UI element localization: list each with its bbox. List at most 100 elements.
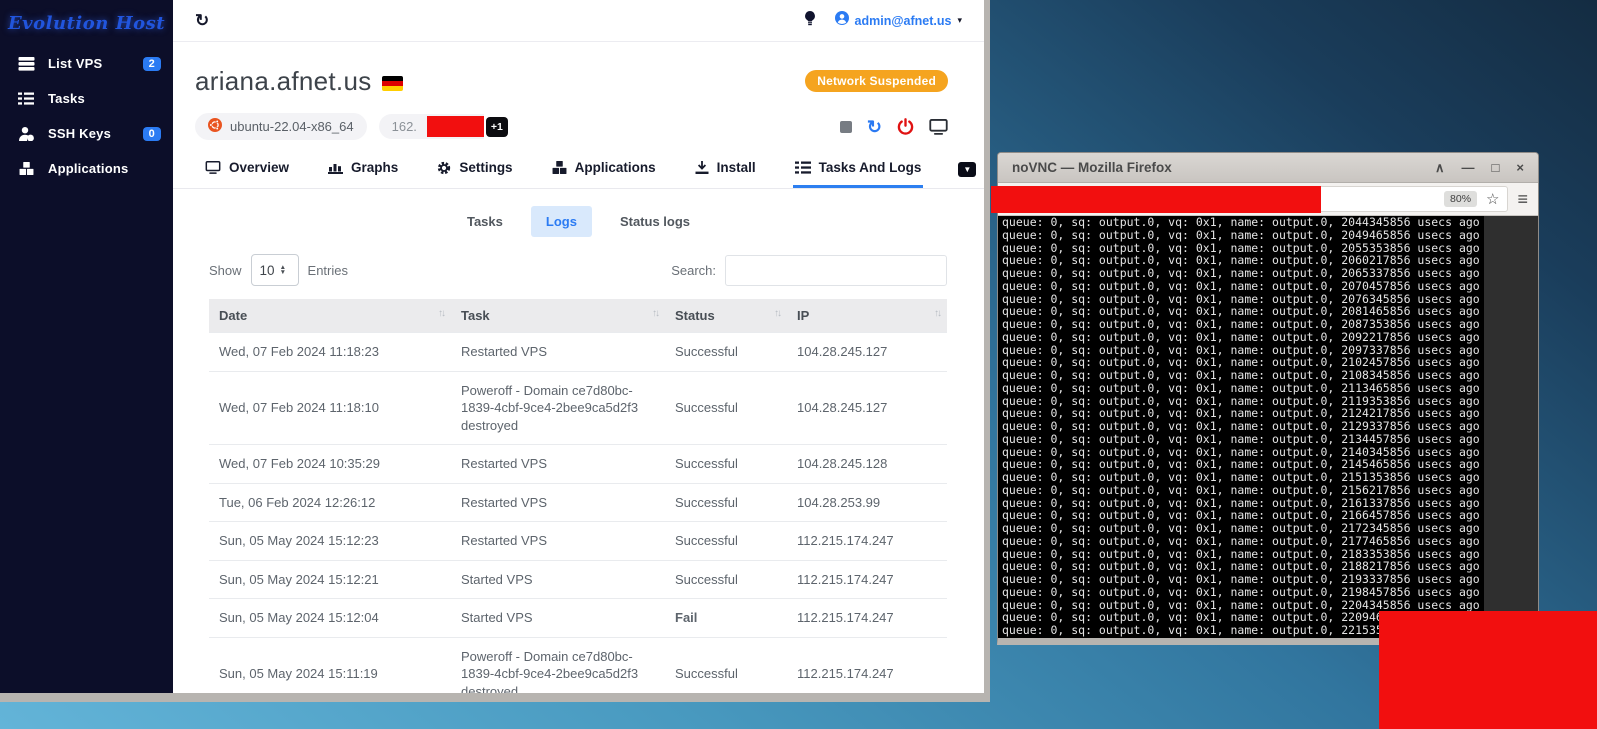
shade-button[interactable]: ∧ bbox=[1435, 161, 1445, 174]
tab-overflow-button[interactable]: ▼ bbox=[958, 162, 976, 177]
table-row: Sun, 05 May 2024 15:11:19Poweroff - Doma… bbox=[209, 637, 947, 702]
vnc-terminal-screen[interactable]: queue: 0, sq: output.0, vq: 0x1, name: o… bbox=[998, 216, 1484, 638]
close-button[interactable]: × bbox=[1516, 161, 1524, 174]
cell-task: Started VPS bbox=[451, 560, 665, 599]
sort-arrows-icon: ↑↓ bbox=[774, 308, 780, 319]
column-header-task[interactable]: Task ↑↓ bbox=[451, 299, 665, 333]
cell-date: Wed, 07 Feb 2024 11:18:23 bbox=[209, 333, 451, 372]
cell-status: Successful bbox=[665, 560, 787, 599]
gear-icon bbox=[437, 161, 451, 175]
tab-tasks-and-logs[interactable]: Tasks And Logs bbox=[793, 160, 924, 188]
sort-arrows-icon: ↑↓ bbox=[652, 308, 658, 319]
show-label: Show bbox=[209, 263, 242, 278]
sidebar-item-list-vps[interactable]: List VPS2 bbox=[0, 46, 173, 81]
sidebar-item-ssh-keys[interactable]: SSH Keys0 bbox=[0, 116, 173, 151]
tab-settings[interactable]: Settings bbox=[435, 160, 514, 188]
table-row: Wed, 07 Feb 2024 11:18:10Poweroff - Doma… bbox=[209, 371, 947, 445]
sidebar-item-tasks[interactable]: Tasks bbox=[0, 81, 173, 116]
sidebar-nav: List VPS2TasksSSH Keys0 Applications bbox=[0, 46, 173, 186]
cell-task: Poweroff - Domain ce7d80bc-1839-4cbf-9ce… bbox=[451, 637, 665, 702]
account-menu[interactable]: admin@afnet.us ▾ bbox=[835, 11, 962, 30]
stop-button[interactable] bbox=[840, 121, 852, 133]
cell-status: Successful bbox=[665, 637, 787, 702]
terminal-line: queue: 0, sq: output.0, vq: 0x1, name: o… bbox=[1002, 280, 1484, 293]
ip-tag: 162. bbox=[379, 114, 484, 139]
tab-install[interactable]: Install bbox=[693, 160, 758, 188]
sidebar-item-label: List VPS bbox=[48, 56, 102, 71]
terminal-line: queue: 0, sq: output.0, vq: 0x1, name: o… bbox=[1002, 484, 1484, 497]
terminal-line: queue: 0, sq: output.0, vq: 0x1, name: o… bbox=[1002, 586, 1484, 599]
search-label: Search: bbox=[671, 263, 716, 278]
ubuntu-icon bbox=[208, 118, 222, 135]
brand-logo: Evolution Host bbox=[0, 0, 173, 46]
cell-task: Started VPS bbox=[451, 599, 665, 638]
vps-action-buttons: ↻ bbox=[840, 118, 948, 136]
terminal-line: queue: 0, sq: output.0, vq: 0x1, name: o… bbox=[1002, 331, 1484, 344]
task-list-icon bbox=[17, 92, 35, 105]
sidebar-item-applications[interactable]: Applications bbox=[0, 151, 173, 186]
topbar-right: admin@afnet.us ▾ bbox=[805, 11, 962, 31]
column-header-date[interactable]: Date↑↓ bbox=[209, 299, 451, 333]
cell-task: Restarted VPS bbox=[451, 445, 665, 484]
cell-ip: 112.215.174.247 bbox=[787, 522, 947, 561]
subtab-logs[interactable]: Logs bbox=[531, 206, 592, 237]
page-head: ariana.afnet.us Network Suspended bbox=[173, 42, 984, 97]
tab-graphs[interactable]: Graphs bbox=[326, 160, 400, 188]
user-circle-icon bbox=[835, 11, 849, 30]
subtab-tasks[interactable]: Tasks bbox=[465, 206, 505, 237]
entries-select[interactable]: 10 ▲▼ bbox=[251, 254, 299, 286]
table-controls: Show 10 ▲▼ Entries Search: bbox=[209, 254, 947, 286]
restart-button[interactable]: ↻ bbox=[867, 118, 882, 136]
cell-ip: 104.28.245.127 bbox=[787, 371, 947, 445]
tab-overview[interactable]: Overview bbox=[203, 160, 291, 188]
column-header-status[interactable]: Status↑↓ bbox=[665, 299, 787, 333]
ip-redaction-box bbox=[427, 116, 484, 137]
os-tag: ubuntu-22.04-x86_64 bbox=[195, 113, 367, 140]
search-input[interactable] bbox=[725, 255, 947, 286]
terminal-line: queue: 0, sq: output.0, vq: 0x1, name: o… bbox=[1002, 433, 1484, 446]
column-label: Task bbox=[461, 308, 490, 323]
zoom-level-badge[interactable]: 80% bbox=[1444, 191, 1477, 207]
cell-ip: 104.28.245.127 bbox=[787, 333, 947, 372]
sidebar-count-badge: 0 bbox=[143, 127, 161, 141]
lightbulb-icon[interactable] bbox=[805, 11, 815, 31]
maximize-button[interactable]: □ bbox=[1492, 161, 1500, 174]
bookmark-star-icon[interactable]: ☆ bbox=[1486, 192, 1499, 207]
cell-status: Successful bbox=[665, 371, 787, 445]
subtab-status-logs[interactable]: Status logs bbox=[618, 206, 692, 237]
more-ips-badge[interactable]: +1 bbox=[486, 117, 508, 137]
refresh-icon[interactable]: ↻ bbox=[195, 11, 209, 31]
tab-label: Settings bbox=[459, 160, 512, 175]
column-label: IP bbox=[797, 308, 809, 323]
terminal-line: queue: 0, sq: output.0, vq: 0x1, name: o… bbox=[1002, 522, 1484, 535]
cell-status: Successful bbox=[665, 445, 787, 484]
chevron-down-icon: ▾ bbox=[957, 15, 962, 26]
terminal-line: queue: 0, sq: output.0, vq: 0x1, name: o… bbox=[1002, 229, 1484, 242]
table-row: Sun, 05 May 2024 15:12:23Restarted VPSSu… bbox=[209, 522, 947, 561]
column-header-ip[interactable]: IP ↑↓ bbox=[787, 299, 947, 333]
cell-date: Tue, 06 Feb 2024 12:26:12 bbox=[209, 483, 451, 522]
window-titlebar[interactable]: noVNC — Mozilla Firefox ∧ — □ × bbox=[998, 153, 1538, 183]
tab-label: Applications bbox=[575, 160, 656, 175]
cell-ip: 112.215.174.247 bbox=[787, 637, 947, 702]
sort-arrows-icon: ↑↓ bbox=[934, 308, 940, 319]
chart-icon bbox=[328, 161, 343, 174]
cell-date: Sun, 05 May 2024 15:12:04 bbox=[209, 599, 451, 638]
vps-panel-window: Evolution Host List VPS2TasksSSH Keys0Ap… bbox=[0, 0, 990, 702]
terminal-line: queue: 0, sq: output.0, vq: 0x1, name: o… bbox=[1002, 382, 1484, 395]
tab-label: Overview bbox=[229, 160, 289, 175]
cell-task: Restarted VPS bbox=[451, 522, 665, 561]
sidebar-item-label: Applications bbox=[48, 161, 128, 176]
power-button[interactable] bbox=[897, 118, 914, 135]
terminal-line: queue: 0, sq: output.0, vq: 0x1, name: o… bbox=[1002, 573, 1484, 586]
cell-status: Successful bbox=[665, 333, 787, 372]
novnc-firefox-window: noVNC — Mozilla Firefox ∧ — □ × 80% ☆ ≡ que… bbox=[997, 152, 1539, 645]
terminal-line: queue: 0, sq: output.0, vq: 0x1, name: o… bbox=[1002, 267, 1484, 280]
minimize-button[interactable]: — bbox=[1462, 161, 1475, 174]
boxes-icon bbox=[552, 161, 567, 174]
window-title: noVNC — Mozilla Firefox bbox=[1012, 160, 1172, 175]
tab-label: Tasks And Logs bbox=[819, 160, 922, 175]
console-button[interactable] bbox=[929, 119, 948, 135]
tab-applications[interactable]: Applications bbox=[550, 160, 658, 188]
hamburger-menu-icon[interactable]: ≡ bbox=[1517, 190, 1528, 208]
